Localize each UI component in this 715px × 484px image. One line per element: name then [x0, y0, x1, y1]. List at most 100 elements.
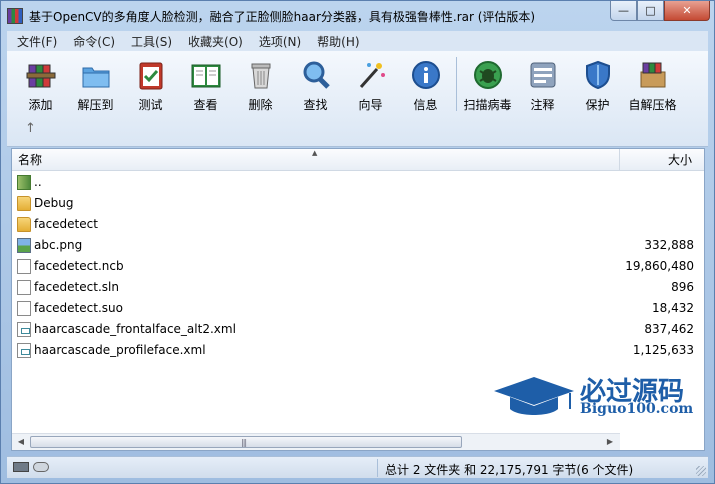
file-name: ..	[34, 175, 42, 189]
file-size: 18,432	[652, 301, 694, 315]
test-label: 测试	[138, 98, 163, 112]
menu-tools[interactable]: 工具(S)	[123, 33, 180, 50]
document-file-icon	[17, 259, 31, 274]
scrollbar-grip-icon: |||	[241, 438, 247, 447]
file-row-sln[interactable]: facedetect.sln 896	[12, 277, 704, 298]
watermark-subtitle: Biguo100.com	[580, 401, 694, 417]
document-file-icon	[17, 301, 31, 316]
scroll-right-arrow-icon[interactable]: ▶	[602, 435, 618, 449]
window-title: 基于OpenCV的多角度人脸检测，融合了正脸侧脸haar分类器，具有极强鲁棒性.…	[29, 10, 536, 24]
protect-button[interactable]: 保护	[570, 55, 625, 113]
menu-help[interactable]: 帮助(H)	[309, 33, 367, 50]
folder-extract-icon	[79, 58, 113, 92]
comment-label: 注释	[530, 98, 555, 112]
winrar-window: 基于OpenCV的多角度人脸检测，融合了正脸侧脸haar分类器，具有极强鲁棒性.…	[0, 0, 715, 484]
scan-virus-button[interactable]: 扫描病毒	[460, 55, 515, 113]
winrar-app-icon[interactable]	[7, 8, 23, 24]
comment-icon	[526, 58, 560, 92]
list-header: 名称 ▲ 大小	[12, 149, 704, 171]
delete-button[interactable]: 删除	[233, 55, 288, 113]
status-icons	[13, 462, 49, 472]
menu-favorites[interactable]: 收藏夹(O)	[180, 33, 251, 50]
test-button[interactable]: 测试	[123, 55, 178, 113]
open-book-icon	[189, 58, 223, 92]
protect-label: 保护	[585, 98, 610, 112]
file-size: 1,125,633	[632, 343, 694, 357]
file-name: abc.png	[34, 238, 83, 252]
add-label: 添加	[28, 98, 53, 112]
extract-to-button[interactable]: 解压到	[68, 55, 123, 113]
wizard-label: 向导	[358, 98, 383, 112]
minimize-button[interactable]: —	[610, 1, 637, 21]
menu-commands[interactable]: 命令(C)	[65, 33, 123, 50]
graduation-cap-icon	[492, 375, 576, 424]
clipboard-check-icon	[134, 58, 168, 92]
file-size: 332,888	[644, 238, 694, 252]
scrollbar-thumb[interactable]: |||	[30, 436, 462, 448]
sfx-button[interactable]: 自解压格	[625, 55, 680, 113]
file-name: haarcascade_frontalface_alt2.xml	[34, 322, 236, 336]
menu-options[interactable]: 选项(N)	[251, 33, 309, 50]
shield-icon	[581, 58, 615, 92]
file-name: facedetect.ncb	[34, 259, 124, 273]
folder-icon	[17, 196, 31, 211]
delete-label: 删除	[248, 98, 273, 112]
menu-file[interactable]: 文件(F)	[9, 33, 65, 50]
sfx-box-icon	[636, 58, 670, 92]
folder-icon	[17, 217, 31, 232]
resize-grip-icon[interactable]	[696, 466, 706, 476]
trash-can-icon	[244, 58, 278, 92]
window-controls: — □ ✕	[610, 1, 710, 21]
maximize-button[interactable]: □	[637, 1, 664, 21]
scroll-left-arrow-icon[interactable]: ◀	[13, 435, 29, 449]
xml-file-icon	[17, 343, 31, 358]
info-icon	[409, 58, 443, 92]
file-name: Debug	[34, 196, 74, 210]
close-button[interactable]: ✕	[664, 1, 710, 21]
scan-virus-label: 扫描病毒	[463, 98, 512, 112]
document-file-icon	[17, 280, 31, 295]
file-size: 837,462	[644, 322, 694, 336]
extract-to-label: 解压到	[77, 98, 114, 112]
file-list[interactable]: 名称 ▲ 大小 .. Debug facedetect abc.png 332,…	[11, 148, 705, 451]
magnifier-icon	[299, 58, 333, 92]
watermark: 必过源码 Biguo100.com	[492, 369, 702, 429]
comment-button[interactable]: 注释	[515, 55, 570, 113]
file-row-updir[interactable]: ..	[12, 172, 704, 193]
find-button[interactable]: 查找	[288, 55, 343, 113]
file-size: 19,860,480	[625, 259, 694, 273]
up-folder-arrow-icon[interactable]: ↑	[25, 121, 36, 136]
add-button[interactable]: 添加	[13, 55, 68, 113]
column-header-size[interactable]: 大小	[620, 149, 704, 171]
file-row-debug[interactable]: Debug	[12, 193, 704, 214]
file-row-frontalface-xml[interactable]: haarcascade_frontalface_alt2.xml 837,462	[12, 319, 704, 340]
bug-scan-icon	[471, 58, 505, 92]
menu-bar: 文件(F) 命令(C) 工具(S) 收藏夹(O) 选项(N) 帮助(H)	[7, 31, 708, 51]
parent-folder-icon	[17, 175, 31, 190]
file-size: 896	[671, 280, 694, 294]
file-row-ncb[interactable]: facedetect.ncb 19,860,480	[12, 256, 704, 277]
status-separator	[377, 459, 378, 477]
file-rows: .. Debug facedetect abc.png 332,888 face…	[12, 172, 704, 361]
xml-file-icon	[17, 322, 31, 337]
magic-wand-icon	[354, 58, 388, 92]
file-row-facedetect[interactable]: facedetect	[12, 214, 704, 235]
file-row-abc-png[interactable]: abc.png 332,888	[12, 235, 704, 256]
drive-icon[interactable]	[13, 462, 29, 472]
info-button[interactable]: 信息	[398, 55, 453, 113]
file-name: facedetect.suo	[34, 301, 123, 315]
title-bar[interactable]: 基于OpenCV的多角度人脸检测，融合了正脸侧脸haar分类器，具有极强鲁棒性.…	[1, 1, 714, 31]
toolbar-separator	[456, 57, 457, 111]
status-bar: 总计 2 文件夹 和 22,175,791 字节(6 个文件)	[7, 456, 708, 478]
find-label: 查找	[303, 98, 328, 112]
key-icon[interactable]	[33, 462, 49, 472]
view-button[interactable]: 查看	[178, 55, 233, 113]
file-row-profileface-xml[interactable]: haarcascade_profileface.xml 1,125,633	[12, 340, 704, 361]
image-file-icon	[17, 238, 31, 253]
horizontal-scrollbar[interactable]: ◀ ||| ▶	[12, 433, 620, 450]
wizard-button[interactable]: 向导	[343, 55, 398, 113]
file-name: haarcascade_profileface.xml	[34, 343, 206, 357]
info-label: 信息	[413, 98, 438, 112]
file-name: facedetect	[34, 217, 98, 231]
file-row-suo[interactable]: facedetect.suo 18,432	[12, 298, 704, 319]
